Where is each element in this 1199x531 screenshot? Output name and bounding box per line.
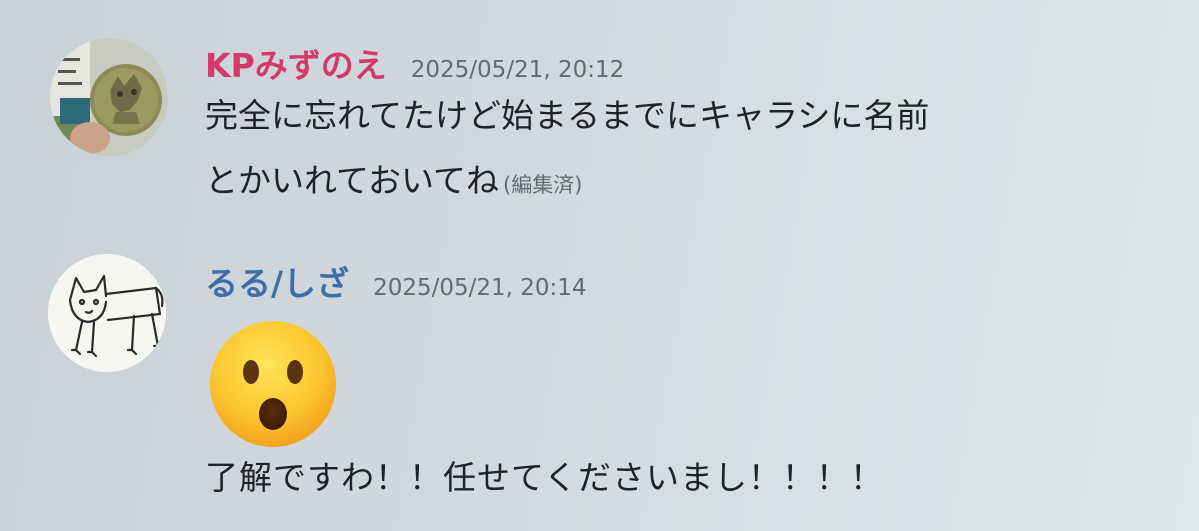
username[interactable]: るる/しざ	[205, 262, 349, 306]
timestamp: 2025/05/21, 20:14	[373, 275, 587, 301]
message-text-line: 完全に忘れてたけど始まるまでにキャラシに名前	[205, 96, 930, 135]
chat-message: KPみずのえ 2025/05/21, 20:12 完全に忘れてたけど始まるまでに…	[0, 0, 1199, 230]
user-avatar[interactable]	[50, 38, 168, 156]
message-text-line: とかいれておいてね (編集済)	[205, 145, 582, 221]
chat-message: るる/しざ 2025/05/21, 20:14 了解ですわ！！任せてくださいまし…	[0, 230, 1199, 531]
message-text: 了解ですわ！！任せてくださいまし！！！！	[205, 458, 885, 497]
cookie-photo-icon	[50, 38, 168, 156]
user-avatar[interactable]	[48, 254, 166, 372]
edited-label: (編集済)	[503, 173, 583, 197]
message-header: るる/しざ 2025/05/21, 20:14	[205, 262, 587, 310]
cat-drawing-icon	[48, 254, 166, 372]
hushed-face-emoji-icon	[207, 318, 339, 450]
message-text-content: とかいれておいてね	[205, 161, 500, 200]
